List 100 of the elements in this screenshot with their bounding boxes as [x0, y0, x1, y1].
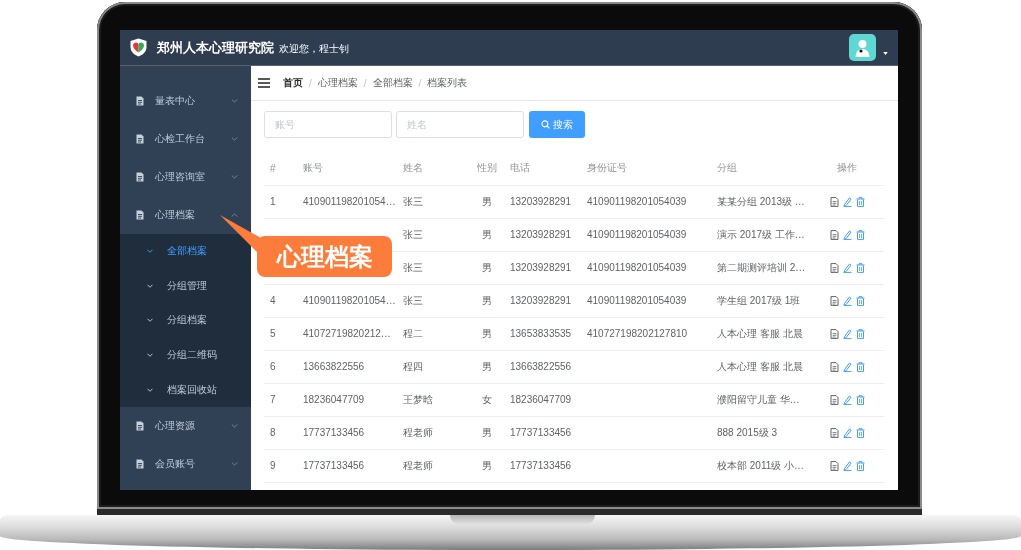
- table-cell: 濮阳留守儿童 华…: [711, 383, 810, 416]
- document-icon[interactable]: [829, 197, 839, 208]
- document-icon[interactable]: [829, 362, 839, 373]
- table-cell: 男: [470, 251, 504, 284]
- table-cell: 9: [264, 449, 297, 482]
- table-cell: 13203928291: [504, 284, 581, 317]
- document-icon[interactable]: [829, 461, 839, 472]
- trash-icon[interactable]: [855, 263, 865, 274]
- table-cell: 17737133456: [297, 416, 397, 449]
- table-cell: 第二期测评培训 2…: [711, 251, 810, 284]
- submenu-item[interactable]: 分组档案: [120, 303, 251, 338]
- table-cell: 男: [470, 350, 504, 383]
- pencil-icon[interactable]: [842, 296, 852, 307]
- breadcrumb-separator: /: [309, 77, 312, 89]
- table-cell: 男: [470, 218, 504, 251]
- table-cell: 13203928291: [504, 185, 581, 218]
- submenu-item[interactable]: 分组二维码: [120, 337, 251, 373]
- submenu-item[interactable]: 档案回收站: [120, 372, 251, 407]
- document-icon[interactable]: [829, 395, 839, 406]
- table-cell: 女: [470, 383, 504, 416]
- trash-icon[interactable]: [855, 230, 865, 241]
- chevron-down-icon: [147, 283, 153, 288]
- table-cell: 学生组 2017级 1班: [711, 284, 810, 317]
- table-cell: 演示 2017级 工作…: [711, 218, 810, 251]
- menu-item[interactable]: 会员账号: [120, 444, 251, 483]
- table-cell: 410901198201054…: [297, 185, 397, 218]
- table-cell: 程四: [397, 350, 470, 383]
- breadcrumb-link[interactable]: 档案列表: [427, 76, 468, 90]
- pencil-icon[interactable]: [842, 263, 852, 274]
- site-title: 郑州人本心理研究院: [157, 38, 274, 57]
- trash-icon[interactable]: [855, 428, 865, 439]
- menu-item[interactable]: 量表中心: [120, 82, 251, 120]
- column-header: 身份证号: [581, 152, 711, 185]
- table-cell: 校本部 2011级 小…: [711, 449, 810, 482]
- pencil-icon[interactable]: [842, 461, 852, 472]
- table-cell: 410901198201054039: [581, 284, 711, 317]
- table-cell: 男: [470, 416, 504, 449]
- trash-icon[interactable]: [855, 329, 865, 340]
- menu-icon[interactable]: [258, 78, 270, 88]
- welcome-text: 欢迎您，程士钊: [279, 42, 349, 56]
- document-icon[interactable]: [829, 230, 839, 241]
- table-cell: 410901198201054039: [581, 218, 711, 251]
- pencil-icon[interactable]: [842, 428, 852, 439]
- document-icon[interactable]: [829, 263, 839, 274]
- breadcrumb-separator: /: [418, 77, 422, 89]
- table-cell: 13203928291: [504, 251, 581, 284]
- document-icon[interactable]: [829, 428, 839, 439]
- table-cell: 17737133456: [504, 449, 581, 482]
- avatar-icon[interactable]: [849, 34, 876, 61]
- document-icon[interactable]: [829, 329, 839, 340]
- table-cell: 人本心理 客服 北晨: [711, 350, 810, 383]
- caret-icon[interactable]: [883, 52, 888, 55]
- breadcrumb-link[interactable]: 首页: [283, 76, 303, 90]
- table-cell: 某某分组 2013级 …: [711, 185, 810, 218]
- table-cell: 410727198202127810: [581, 317, 711, 350]
- breadcrumb-link[interactable]: 心理档案: [317, 76, 358, 90]
- table-cell: 张三: [397, 251, 470, 284]
- table-cell: 王梦晗: [397, 383, 470, 416]
- chevron-down-icon: [147, 387, 153, 392]
- column-header: 分组: [711, 152, 810, 185]
- pencil-icon[interactable]: [842, 362, 852, 373]
- trash-icon[interactable]: [855, 362, 865, 373]
- document-icon: [136, 134, 144, 144]
- pencil-icon[interactable]: [842, 230, 852, 241]
- trash-icon[interactable]: [855, 461, 865, 472]
- table-cell: 张三: [397, 218, 470, 251]
- heart-shield-icon: [130, 38, 147, 57]
- table-cell: 程二: [397, 317, 470, 350]
- trash-icon[interactable]: [855, 296, 865, 307]
- table-cell: 410901198201054039: [581, 251, 711, 284]
- pencil-icon[interactable]: [842, 197, 852, 208]
- table-cell: 男: [470, 449, 504, 482]
- column-header: 性别: [470, 152, 504, 185]
- search-icon: [541, 120, 550, 129]
- pencil-icon[interactable]: [842, 329, 852, 340]
- document-icon[interactable]: [829, 296, 839, 307]
- menu-item[interactable]: 心理咨询室: [120, 158, 251, 196]
- column-header: 操作: [810, 152, 884, 185]
- table-cell: 6: [264, 350, 297, 383]
- pencil-icon[interactable]: [842, 395, 852, 406]
- table-cell: 男: [470, 317, 504, 350]
- breadcrumb-link[interactable]: 全部档案: [372, 76, 413, 90]
- trash-icon[interactable]: [855, 395, 865, 406]
- column-header: #: [264, 152, 297, 185]
- table-cell: 13203928291: [504, 218, 581, 251]
- menu-item[interactable]: 心检工作台: [120, 120, 251, 158]
- table-cell: 张三: [397, 284, 470, 317]
- table-cell: 8: [264, 416, 297, 449]
- column-header: 电话: [504, 152, 581, 185]
- table-cell: 人本心理 客服 北晨: [711, 317, 810, 350]
- table-cell: 13663822556: [504, 350, 581, 383]
- table-cell: 18236047709: [297, 383, 397, 416]
- column-header: 账号: [297, 152, 397, 185]
- document-icon: [136, 458, 144, 469]
- table-cell: 410901198201054039: [581, 185, 711, 218]
- table-cell: 888 2015级 3: [711, 416, 810, 449]
- table-cell: 男: [470, 185, 504, 218]
- menu-item[interactable]: 心理资源: [120, 406, 251, 445]
- trash-icon[interactable]: [855, 197, 865, 208]
- table-cell: 张三: [397, 185, 470, 218]
